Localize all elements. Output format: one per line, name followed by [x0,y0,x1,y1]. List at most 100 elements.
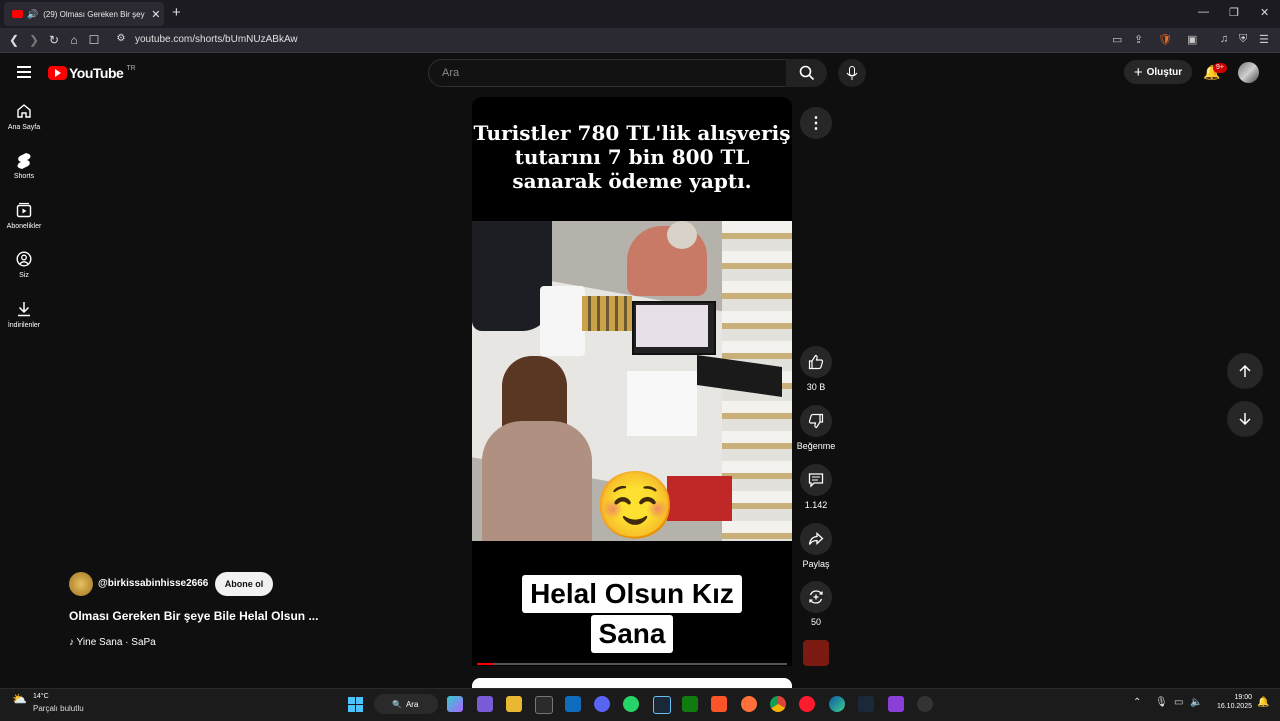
create-label: Oluştur [1146,66,1183,78]
account-avatar[interactable] [1238,62,1259,83]
create-button[interactable]: + Oluştur [1124,60,1192,84]
sidebar-item-shorts[interactable]: Shorts [0,152,48,180]
back-icon[interactable]: ❮ [6,33,22,47]
close-window-button[interactable]: ✕ [1260,6,1269,19]
taskbar-clock[interactable]: 19:00 16.10.2025 [1210,694,1252,710]
weather-temp: 14°C [33,693,49,700]
browser-tab[interactable]: 🔊 (29) Olması Gereken Bir şeye ✕ [4,2,164,26]
tray-chevron-icon[interactable]: ⌃ [1133,697,1141,708]
volume-icon[interactable]: 🔈 [1190,697,1202,708]
network-icon[interactable]: ▭ [1174,697,1183,708]
like-button[interactable] [800,346,832,378]
arrow-up-icon [1239,364,1251,377]
windows-taskbar [0,688,1280,721]
new-tab-button[interactable]: + [172,4,181,21]
firefox-icon[interactable] [741,696,757,712]
sidebar-item-home[interactable]: Ana Sayfa [0,103,48,131]
search-button[interactable] [786,59,827,87]
next-short-button[interactable] [1227,401,1263,437]
site-info-icon[interactable]: ⚙ [113,33,129,44]
remix-button[interactable] [800,581,832,613]
sidebar-toggle-icon[interactable]: ▣ [1187,33,1197,46]
vpn-icon[interactable]: ⛨ [1239,33,1247,46]
arrow-down-icon [1239,413,1251,426]
sidebar-item-downloads[interactable]: İndirilenler [0,301,48,329]
shopping-bag [540,286,585,356]
menu-icon[interactable] [17,66,31,81]
taskbar-search[interactable]: 🔍 Ara [374,694,438,714]
like-count: 30 B [806,382,826,392]
settings-icon[interactable] [917,696,933,712]
channel-avatar[interactable] [69,572,93,596]
brave-shield-icon[interactable]: 🛡 [1158,33,1172,46]
pos-screen [636,305,708,347]
start-icon[interactable] [347,696,363,712]
sound-thumbnail[interactable] [803,640,829,666]
dislike-button[interactable] [800,405,832,437]
chrome-icon[interactable] [770,696,786,712]
shorts-video-player[interactable]: Turistler 780 TL'lik alışveriş tutarını … [472,97,792,666]
discord-icon[interactable] [594,696,610,712]
voice-search-button[interactable] [838,59,866,87]
browser-tabbar [0,0,1280,28]
cast-icon[interactable]: ▭ [1112,33,1122,46]
search-box [428,59,788,87]
caption-line-1: Helal Olsun Kız [522,575,742,613]
reload-icon[interactable]: ↻ [46,33,62,47]
music-link[interactable]: ♪ Yine Sana · SaPa [69,637,156,648]
subscribe-button[interactable]: Abone ol [215,572,273,596]
cashier-figure [482,421,592,541]
game-app-icon[interactable] [888,696,904,712]
minimize-button[interactable]: — [1198,6,1209,18]
sidebar-item-subscriptions[interactable]: Abonelikler [0,202,48,230]
sidebar-item-label: Shorts [13,173,35,180]
share-button[interactable] [800,523,832,555]
clock-time: 19:00 [1234,694,1252,701]
video-title[interactable]: Olması Gereken Bir şeye Bile Helal Olsun… [69,609,318,623]
steam-2-icon[interactable] [858,696,874,712]
brave-icon[interactable] [711,696,727,712]
copilot-icon[interactable] [447,696,463,712]
media-icon[interactable]: ♫ [1220,33,1228,45]
weather-cloud-icon[interactable]: ⛅ [12,692,27,706]
bookmark-icon[interactable]: ☐ [86,33,102,47]
search-input[interactable] [440,66,774,80]
youtube-logo[interactable]: YouTube TR [48,65,136,81]
xbox-icon[interactable] [682,696,698,712]
speaker-icon[interactable]: 🔊 [27,9,38,20]
sidebar-item-you[interactable]: Siz [0,251,48,279]
tab-close-icon[interactable]: ✕ [151,8,160,21]
video-overlay-title: Turistler 780 TL'lik alışveriş tutarını … [473,121,791,193]
search-icon [799,65,814,81]
store-icon[interactable] [535,696,553,714]
outlook-icon[interactable] [565,696,581,712]
clock-date: 16.10.2025 [1216,703,1252,710]
music-label: Yine Sana · SaPa [76,637,156,648]
edge-icon[interactable] [829,696,845,712]
comments-button[interactable] [800,464,832,496]
home-browser-icon[interactable]: ⌂ [66,33,82,47]
tshirt [627,371,697,436]
file-explorer-icon[interactable] [506,696,522,712]
more-options-icon[interactable]: ⋮ [800,107,832,139]
share-page-icon[interactable]: ⇪ [1134,33,1143,46]
browser-menu-icon[interactable]: ☰ [1259,33,1269,46]
weather-description: Parçalı bulutlu [33,704,84,713]
remix-icon [809,590,823,604]
maximize-button[interactable]: ❐ [1229,6,1239,19]
url-field[interactable]: youtube.com/shorts/bUmNUzABkAw [135,34,298,45]
dislike-label: Beğenme [796,441,836,451]
taskbar-search-icon: 🔍 [392,699,402,709]
opera-icon[interactable] [799,696,815,712]
notification-center-icon[interactable]: 🔔 [1257,697,1269,708]
widgets-icon[interactable] [477,696,493,712]
channel-name[interactable]: @birkissabinhisse2666 [98,578,208,589]
tray-mic-icon[interactable]: 🎙 [1155,697,1168,708]
steam-icon[interactable] [653,696,671,714]
sidebar-item-label: Siz [19,272,29,279]
whatsapp-icon[interactable] [623,696,639,712]
previous-short-button[interactable] [1227,353,1263,389]
video-frame: ☺️ [472,221,792,541]
progress-track[interactable] [477,663,787,665]
forward-icon[interactable]: ❯ [26,33,42,47]
